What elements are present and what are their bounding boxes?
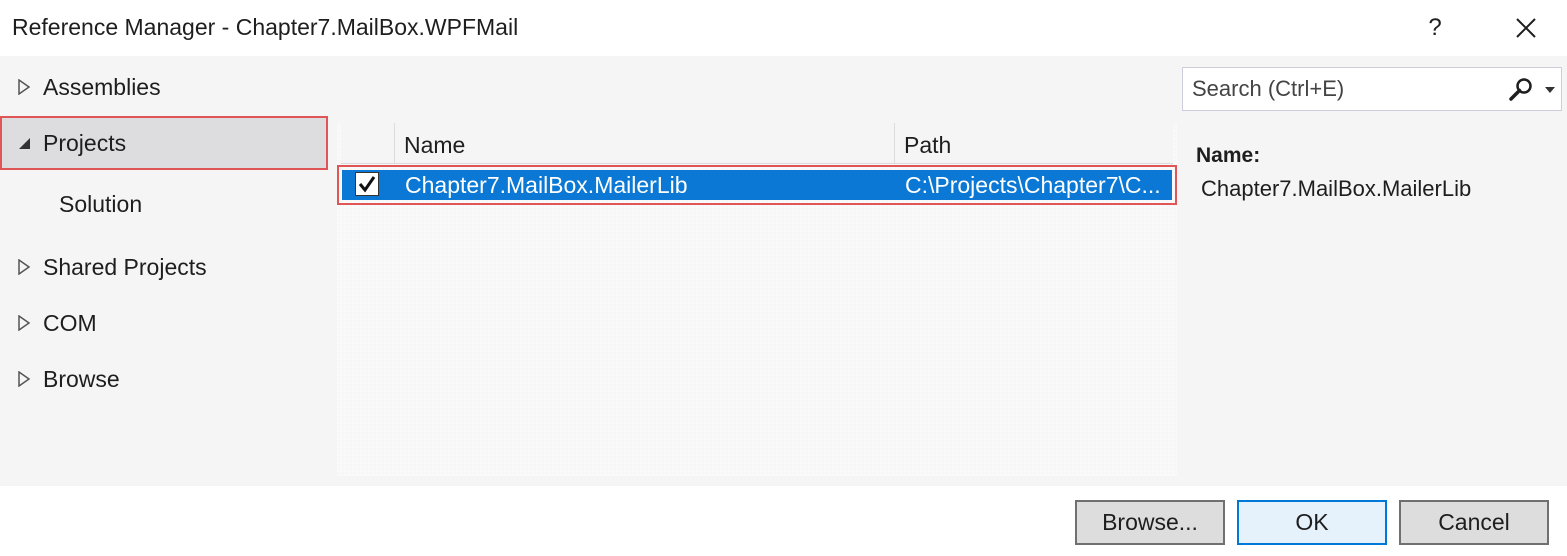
nav-item-label: Browse xyxy=(43,366,120,392)
detail-name-label: Name: xyxy=(1196,144,1261,167)
row-name: Chapter7.MailBox.MailerLib xyxy=(405,172,688,198)
nav-item-solution[interactable]: Solution xyxy=(0,177,328,231)
table-row[interactable]: Chapter7.MailBox.MailerLib C:\Projects\C… xyxy=(337,165,1177,205)
help-button[interactable]: ? xyxy=(1418,8,1452,48)
window-title: Reference Manager - Chapter7.MailBox.WPF… xyxy=(12,14,519,40)
search-box xyxy=(1182,67,1562,111)
row-path: C:\Projects\Chapter7\C... xyxy=(905,172,1161,198)
nav-item-com[interactable]: COM xyxy=(0,296,328,350)
column-header-name[interactable]: Name xyxy=(395,123,895,163)
nav-item-assemblies[interactable]: Assemblies xyxy=(0,60,328,114)
cancel-button[interactable]: Cancel xyxy=(1399,500,1549,545)
close-button[interactable] xyxy=(1506,8,1546,48)
expand-arrow-icon xyxy=(17,79,31,95)
checkmark-icon xyxy=(358,176,376,193)
reference-list: Name Path Chapter7.MailBox.MailerLib C:\… xyxy=(337,123,1177,476)
search-icon[interactable] xyxy=(1507,76,1535,104)
nav-item-label: Assemblies xyxy=(43,74,161,100)
expand-arrow-icon xyxy=(17,315,31,331)
nav-item-label: Projects xyxy=(43,130,127,156)
nav-item-browse[interactable]: Browse xyxy=(0,352,328,406)
browse-button[interactable]: Browse... xyxy=(1075,500,1225,545)
expand-arrow-icon xyxy=(17,259,31,275)
dialog-content: Assemblies Projects Solution Shared Proj… xyxy=(0,56,1567,486)
nav-item-label: Solution xyxy=(59,191,143,217)
row-selection: Chapter7.MailBox.MailerLib C:\Projects\C… xyxy=(342,170,1172,200)
detail-name-value: Chapter7.MailBox.MailerLib xyxy=(1201,176,1472,201)
search-input[interactable] xyxy=(1183,68,1493,110)
nav-item-label: Shared Projects xyxy=(43,254,207,280)
expand-arrow-icon xyxy=(17,371,31,387)
column-header-path[interactable]: Path xyxy=(895,123,1173,163)
collapse-arrow-icon xyxy=(17,135,31,151)
chevron-down-icon[interactable] xyxy=(1544,86,1556,94)
category-nav: Assemblies Projects Solution Shared Proj… xyxy=(0,56,335,486)
close-icon xyxy=(1516,18,1536,38)
nav-item-projects[interactable]: Projects xyxy=(0,116,328,170)
dialog-footer: Browse... OK Cancel xyxy=(0,486,1567,556)
column-header-check[interactable] xyxy=(341,123,395,163)
nav-item-label: COM xyxy=(43,310,97,336)
ok-button[interactable]: OK xyxy=(1237,500,1387,545)
title-bar: Reference Manager - Chapter7.MailBox.WPF… xyxy=(0,0,1567,56)
nav-item-shared-projects[interactable]: Shared Projects xyxy=(0,240,328,294)
list-header: Name Path xyxy=(341,123,1173,164)
reference-checkbox[interactable] xyxy=(355,172,379,196)
